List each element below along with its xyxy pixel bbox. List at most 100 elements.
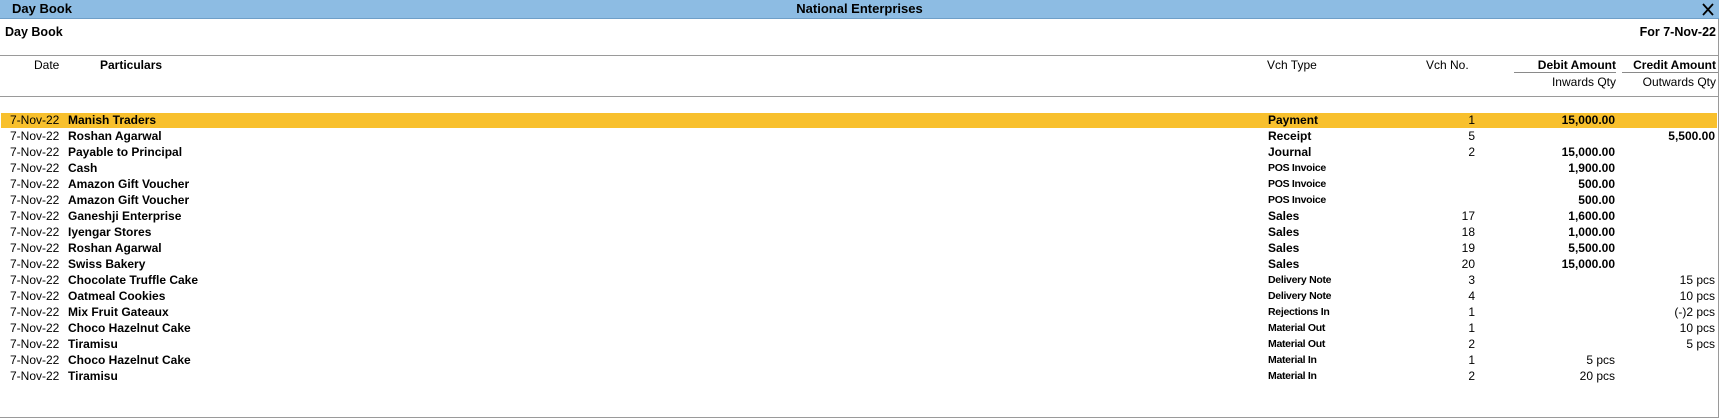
- voucher-type: POS Invoice: [1268, 194, 1326, 206]
- voucher-row[interactable]: 7-Nov-22 Choco Hazelnut Cake Material In 1 5…: [1, 353, 1717, 368]
- voucher-date: 7-Nov-22: [10, 209, 60, 223]
- voucher-date: 7-Nov-22: [10, 257, 60, 271]
- voucher-number: 1: [1468, 353, 1475, 367]
- voucher-type: Material Out: [1268, 338, 1326, 350]
- debit-amount: 15,000.00: [1561, 113, 1615, 127]
- voucher-type: Sales: [1268, 225, 1300, 239]
- credit-amount: 10 pcs: [1679, 321, 1715, 335]
- voucher-type: Sales: [1268, 209, 1300, 223]
- voucher-particulars: Roshan Agarwal: [68, 129, 162, 143]
- voucher-date: 7-Nov-22: [10, 129, 60, 143]
- voucher-particulars: Manish Traders: [68, 113, 157, 127]
- voucher-particulars: Mix Fruit Gateaux: [68, 305, 169, 319]
- voucher-particulars: Tiramisu: [68, 337, 118, 351]
- voucher-row[interactable]: 7-Nov-22 Amazon Gift Voucher POS Invoice 50…: [1, 177, 1717, 192]
- voucher-type: Delivery Note: [1268, 290, 1332, 302]
- voucher-date: 7-Nov-22: [10, 337, 60, 351]
- voucher-date: 7-Nov-22: [10, 321, 60, 335]
- voucher-date: 7-Nov-22: [10, 113, 60, 127]
- voucher-number: 1: [1468, 321, 1475, 335]
- voucher-date: 7-Nov-22: [10, 369, 60, 383]
- voucher-number: 2: [1468, 369, 1475, 383]
- voucher-date: 7-Nov-22: [10, 177, 60, 191]
- voucher-type: Material Out: [1268, 322, 1326, 334]
- column-header-vch-type: Vch Type: [1267, 58, 1317, 72]
- voucher-number: 18: [1461, 225, 1475, 239]
- debit-amount: 5,500.00: [1568, 241, 1615, 255]
- credit-amount: (-)2 pcs: [1674, 305, 1715, 319]
- voucher-number: 2: [1468, 145, 1475, 159]
- voucher-type: Delivery Note: [1268, 274, 1332, 286]
- voucher-type: Journal: [1268, 145, 1312, 159]
- voucher-number: 5: [1468, 129, 1475, 143]
- debit-column-rule: [1514, 72, 1616, 73]
- report-period[interactable]: For 7-Nov-22: [1640, 25, 1716, 39]
- voucher-row[interactable]: 7-Nov-22 Manish Traders Payment 1 15,000.00: [1, 113, 1717, 128]
- title-bar: Day Book National Enterprises: [0, 0, 1719, 19]
- debit-amount: 15,000.00: [1561, 145, 1615, 159]
- debit-amount: 1,900.00: [1568, 161, 1615, 175]
- voucher-number: 20: [1461, 257, 1475, 271]
- voucher-row[interactable]: 7-Nov-22 Tiramisu Material Out 2 5 pcs: [1, 337, 1717, 352]
- header-divider: [0, 55, 1719, 56]
- voucher-type: Receipt: [1268, 129, 1312, 143]
- voucher-number: 2: [1468, 337, 1475, 351]
- voucher-particulars: Amazon Gift Voucher: [68, 177, 190, 191]
- voucher-date: 7-Nov-22: [10, 241, 60, 255]
- credit-amount: 5 pcs: [1686, 337, 1715, 351]
- voucher-row[interactable]: 7-Nov-22 Roshan Agarwal Sales 19 5,500.00: [1, 241, 1717, 256]
- voucher-particulars: Roshan Agarwal: [68, 241, 162, 255]
- voucher-row[interactable]: 7-Nov-22 Swiss Bakery Sales 20 15,000.00: [1, 257, 1717, 272]
- voucher-type: Material In: [1268, 370, 1317, 382]
- voucher-particulars: Oatmeal Cookies: [68, 289, 166, 303]
- voucher-particulars: Swiss Bakery: [68, 257, 146, 271]
- voucher-row[interactable]: 7-Nov-22 Ganeshji Enterprise Sales 17 1,600.…: [1, 209, 1717, 224]
- voucher-particulars: Chocolate Truffle Cake: [68, 273, 199, 287]
- voucher-type: Material In: [1268, 354, 1317, 366]
- voucher-particulars: Cash: [68, 161, 98, 175]
- voucher-particulars: Ganeshji Enterprise: [68, 209, 182, 223]
- voucher-date: 7-Nov-22: [10, 145, 60, 159]
- voucher-number: 1: [1468, 305, 1475, 319]
- voucher-row[interactable]: 7-Nov-22 Tiramisu Material In 2 20 pcs: [1, 369, 1717, 384]
- voucher-row[interactable]: 7-Nov-22 Choco Hazelnut Cake Material Out 1…: [1, 321, 1717, 336]
- column-header-debit: Debit Amount: [1537, 58, 1616, 72]
- voucher-date: 7-Nov-22: [10, 193, 60, 207]
- voucher-particulars: Amazon Gift Voucher: [68, 193, 190, 207]
- voucher-row[interactable]: 7-Nov-22 Oatmeal Cookies Delivery Note 4 10 …: [1, 289, 1717, 304]
- voucher-type: Rejections In: [1268, 306, 1330, 318]
- debit-amount: 15,000.00: [1561, 257, 1615, 271]
- column-header-date: Date: [34, 58, 60, 72]
- debit-amount: 20 pcs: [1579, 369, 1615, 383]
- credit-amount: 5,500.00: [1668, 129, 1715, 143]
- column-header-credit: Credit Amount: [1633, 58, 1716, 72]
- voucher-particulars: Choco Hazelnut Cake: [68, 321, 191, 335]
- report-title: Day Book: [5, 25, 63, 39]
- voucher-row[interactable]: 7-Nov-22 Amazon Gift Voucher POS Invoice 50…: [1, 193, 1717, 208]
- voucher-particulars: Payable to Principal: [68, 145, 183, 159]
- credit-amount: 15 pcs: [1679, 273, 1715, 287]
- voucher-row[interactable]: 7-Nov-22 Chocolate Truffle Cake Delivery N…: [1, 273, 1717, 288]
- voucher-row[interactable]: 7-Nov-22 Mix Fruit Gateaux Rejections In 1 (…: [1, 305, 1717, 320]
- column-header-particulars: Particulars: [100, 58, 163, 72]
- voucher-type: Payment: [1268, 113, 1319, 127]
- voucher-type: Sales: [1268, 257, 1300, 271]
- voucher-number: 4: [1468, 289, 1475, 303]
- voucher-row[interactable]: 7-Nov-22 Cash POS Invoice 1,900.00: [1, 161, 1717, 176]
- voucher-type: Sales: [1268, 241, 1300, 255]
- voucher-date: 7-Nov-22: [10, 273, 60, 287]
- debit-amount: 5 pcs: [1586, 353, 1615, 367]
- close-icon[interactable]: [1700, 0, 1716, 18]
- voucher-date: 7-Nov-22: [10, 353, 60, 367]
- voucher-date: 7-Nov-22: [10, 225, 60, 239]
- voucher-row[interactable]: 7-Nov-22 Iyengar Stores Sales 18 1,000.00: [1, 225, 1717, 240]
- debit-amount: 1,000.00: [1568, 225, 1615, 239]
- debit-amount: 1,600.00: [1568, 209, 1615, 223]
- voucher-row[interactable]: 7-Nov-22 Payable to Principal Journal 2 15,0…: [1, 145, 1717, 160]
- voucher-date: 7-Nov-22: [10, 305, 60, 319]
- voucher-number: 3: [1468, 273, 1475, 287]
- debit-amount: 500.00: [1578, 177, 1615, 191]
- credit-amount: 10 pcs: [1679, 289, 1715, 303]
- credit-column-rule: [1622, 72, 1718, 73]
- voucher-row[interactable]: 7-Nov-22 Roshan Agarwal Receipt 5 5,500.00: [1, 129, 1717, 144]
